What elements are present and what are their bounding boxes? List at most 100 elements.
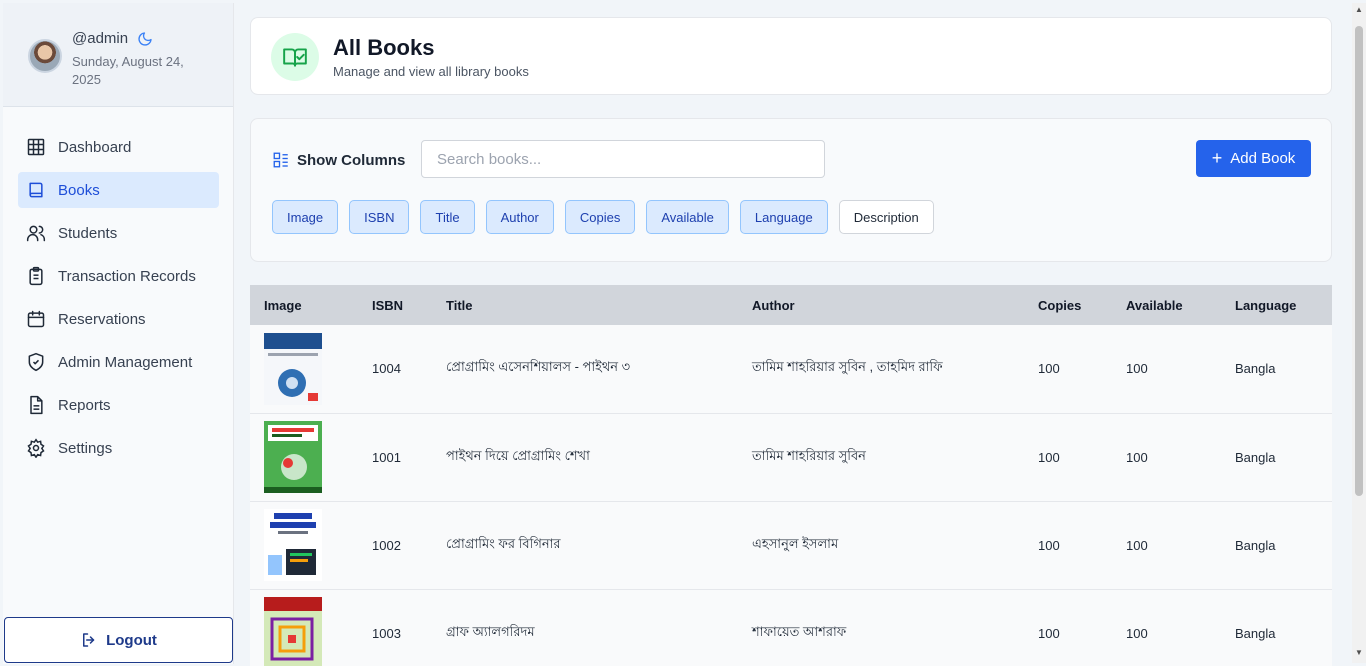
profile-panel: @admin Sunday, August 24, 2025 — [3, 3, 233, 107]
isbn-cell: 1002 — [372, 537, 401, 553]
available-cell: 100 — [1126, 625, 1148, 641]
isbn-cell: 1001 — [372, 449, 401, 465]
sidebar-item-settings[interactable]: Settings — [18, 430, 219, 466]
sidebar-item-label: Dashboard — [58, 138, 132, 156]
table-controls: Show Columns + Add Book Image ISBN Title… — [250, 118, 1332, 262]
calendar-icon — [27, 310, 45, 328]
table-row[interactable]: 1004 প্রোগ্রামিং এসেনশিয়ালস - পাইথন ৩ ত… — [250, 325, 1332, 413]
books-table-container: Image ISBN Title Author Copies Available… — [250, 285, 1332, 666]
column-toggles: Image ISBN Title Author Copies Available… — [272, 200, 945, 234]
logout-icon — [83, 633, 95, 647]
author-cell: তামিম শাহরিয়ার সুবিন , তাহমিদ রাফি — [752, 359, 943, 375]
column-header-copies[interactable]: Copies — [1024, 285, 1112, 325]
logout-button[interactable]: Logout — [4, 617, 233, 663]
book-cover-image — [264, 421, 322, 493]
add-book-label: Add Book — [1230, 150, 1296, 167]
language-cell: Bangla — [1235, 449, 1276, 465]
language-cell: Bangla — [1235, 625, 1276, 641]
users-icon — [26, 225, 46, 242]
plus-icon: + — [1211, 148, 1223, 168]
copies-cell: 100 — [1038, 361, 1060, 377]
sidebar-item-label: Admin Management — [58, 353, 193, 371]
copies-cell: 100 — [1038, 449, 1060, 465]
column-header-isbn[interactable]: ISBN — [358, 285, 432, 325]
book-cover-image — [264, 509, 322, 581]
copies-cell: 100 — [1038, 625, 1060, 641]
column-toggle-image[interactable]: Image — [272, 200, 339, 234]
column-toggle-author[interactable]: Author — [485, 200, 554, 234]
sidebar-item-reservations[interactable]: Reservations — [18, 301, 219, 337]
isbn-cell: 1004 — [372, 361, 401, 377]
available-cell: 100 — [1126, 361, 1148, 377]
moon-icon[interactable] — [137, 31, 153, 47]
copies-cell: 100 — [1038, 537, 1060, 553]
available-cell: 100 — [1126, 449, 1148, 465]
file-text-icon — [30, 395, 43, 415]
table-row[interactable]: 1003 গ্রাফ অ্যালগরিদম শাফায়েত আশরাফ 100… — [250, 589, 1332, 666]
sidebar-item-transaction-records[interactable]: Transaction Records — [18, 258, 219, 294]
column-header-language[interactable]: Language — [1221, 285, 1332, 325]
username: @admin — [72, 30, 129, 47]
sidebar-item-admin-management[interactable]: Admin Management — [18, 344, 219, 380]
clipboard-icon — [29, 266, 43, 286]
page-header: All Books Manage and view all library bo… — [250, 17, 1332, 95]
page-scrollbar[interactable]: ▲ ▼ — [1352, 3, 1366, 663]
column-toggle-available[interactable]: Available — [646, 200, 729, 234]
page-title: All Books — [333, 35, 435, 60]
column-header-author[interactable]: Author — [738, 285, 1024, 325]
show-columns-label: Show Columns — [297, 151, 406, 169]
search-input[interactable] — [421, 140, 825, 178]
sidebar-item-label: Reports — [58, 396, 111, 414]
sidebar-item-dashboard[interactable]: Dashboard — [18, 129, 219, 165]
grid-icon — [27, 138, 45, 156]
sidebar-item-label: Books — [58, 181, 100, 199]
isbn-cell: 1003 — [372, 625, 401, 641]
column-header-available[interactable]: Available — [1112, 285, 1221, 325]
sidebar-item-reports[interactable]: Reports — [18, 387, 219, 423]
sidebar-item-label: Students — [58, 224, 118, 242]
scroll-up-arrow[interactable]: ▲ — [1355, 6, 1363, 14]
sidebar-item-label: Reservations — [58, 310, 146, 328]
author-cell: তামিম শাহরিয়ার সুবিন — [752, 447, 866, 463]
logout-label: Logout — [106, 631, 157, 649]
title-cell: গ্রাফ অ্যালগরিদম — [446, 623, 535, 639]
author-cell: এহসানুল ইসলাম — [752, 535, 839, 551]
title-cell: প্রোগ্রামিং ফর বিগিনার — [446, 535, 561, 551]
columns-icon — [273, 152, 288, 168]
sidebar-item-label: Transaction Records — [58, 267, 196, 285]
current-date: Sunday, August 24, 2025 — [72, 54, 184, 87]
column-toggle-copies[interactable]: Copies — [564, 200, 636, 234]
column-toggle-title[interactable]: Title — [420, 200, 475, 234]
sidebar: @admin Sunday, August 24, 2025 Dashboard… — [3, 3, 234, 664]
column-header-title[interactable]: Title — [432, 285, 738, 325]
table-row[interactable]: 1002 প্রোগ্রামিং ফর বিগিনার এহসানুল ইসলা… — [250, 501, 1332, 589]
sidebar-nav: Dashboard Books Students Transaction Rec… — [18, 129, 219, 473]
sidebar-item-books[interactable]: Books — [18, 172, 219, 208]
book-check-icon — [271, 33, 319, 81]
book-cover-image — [264, 332, 322, 405]
shield-icon — [28, 352, 44, 372]
column-toggle-isbn[interactable]: ISBN — [349, 200, 410, 234]
author-cell: শাফায়েত আশরাফ — [752, 623, 847, 639]
add-book-button[interactable]: + Add Book — [1196, 140, 1311, 177]
book-cover-image — [264, 597, 322, 666]
scroll-down-arrow[interactable]: ▼ — [1355, 649, 1363, 657]
column-toggle-description[interactable]: Description — [838, 200, 934, 234]
sidebar-item-label: Settings — [58, 439, 113, 457]
language-cell: Bangla — [1235, 361, 1276, 377]
books-table: Image ISBN Title Author Copies Available… — [250, 285, 1332, 666]
book-icon — [29, 182, 43, 198]
table-header-row: Image ISBN Title Author Copies Available… — [250, 285, 1332, 325]
sidebar-item-students[interactable]: Students — [18, 215, 219, 251]
table-row[interactable]: 1001 পাইথন দিয়ে প্রোগ্রামিং শেখা তামিম … — [250, 413, 1332, 501]
column-toggle-language[interactable]: Language — [739, 200, 828, 234]
column-header-image[interactable]: Image — [250, 285, 358, 325]
scrollbar-thumb[interactable] — [1355, 26, 1363, 496]
title-cell: প্রোগ্রামিং এসেনশিয়ালস - পাইথন ৩ — [446, 359, 631, 375]
language-cell: Bangla — [1235, 537, 1276, 553]
gear-icon — [27, 438, 45, 458]
show-columns-toggle[interactable]: Show Columns — [272, 151, 405, 169]
available-cell: 100 — [1126, 537, 1148, 553]
avatar[interactable] — [28, 39, 62, 73]
title-cell: পাইথন দিয়ে প্রোগ্রামিং শেখা — [446, 447, 590, 463]
